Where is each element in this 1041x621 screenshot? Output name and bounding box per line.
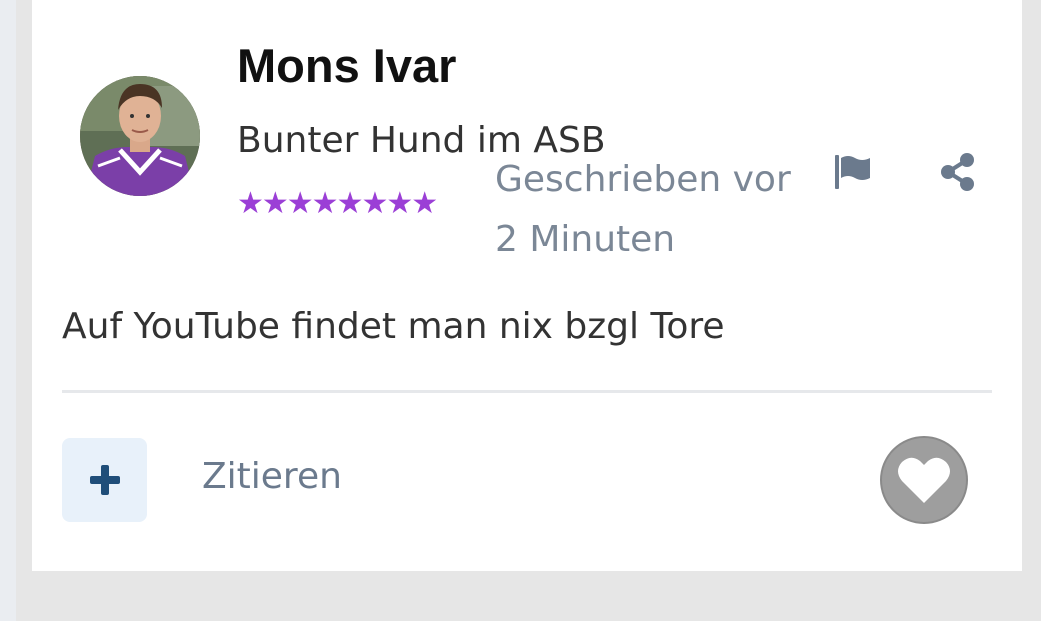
flag-icon <box>835 155 870 189</box>
report-button[interactable] <box>832 152 876 192</box>
page-background-edge <box>0 0 16 621</box>
like-button[interactable] <box>880 436 968 524</box>
share-icon <box>941 153 974 191</box>
rank-stars: ★★★★★★★★ <box>237 186 438 221</box>
post-timestamp[interactable]: Geschrieben vor 2 Minuten <box>495 150 805 270</box>
post-card: Mons Ivar Bunter Hund im ASB ★★★★★★★★ Ge… <box>32 0 1022 571</box>
multiquote-button[interactable] <box>62 438 147 522</box>
share-button[interactable] <box>938 152 978 192</box>
divider <box>62 390 992 393</box>
quote-button[interactable]: Zitieren <box>202 456 342 497</box>
plus-icon <box>89 465 120 495</box>
avatar[interactable] <box>80 76 200 196</box>
author-name[interactable]: Mons Ivar <box>237 38 456 93</box>
avatar-photo <box>80 76 200 196</box>
post-content: Auf YouTube findet man nix bzgl Tore <box>62 306 725 347</box>
heart-icon <box>898 457 950 503</box>
